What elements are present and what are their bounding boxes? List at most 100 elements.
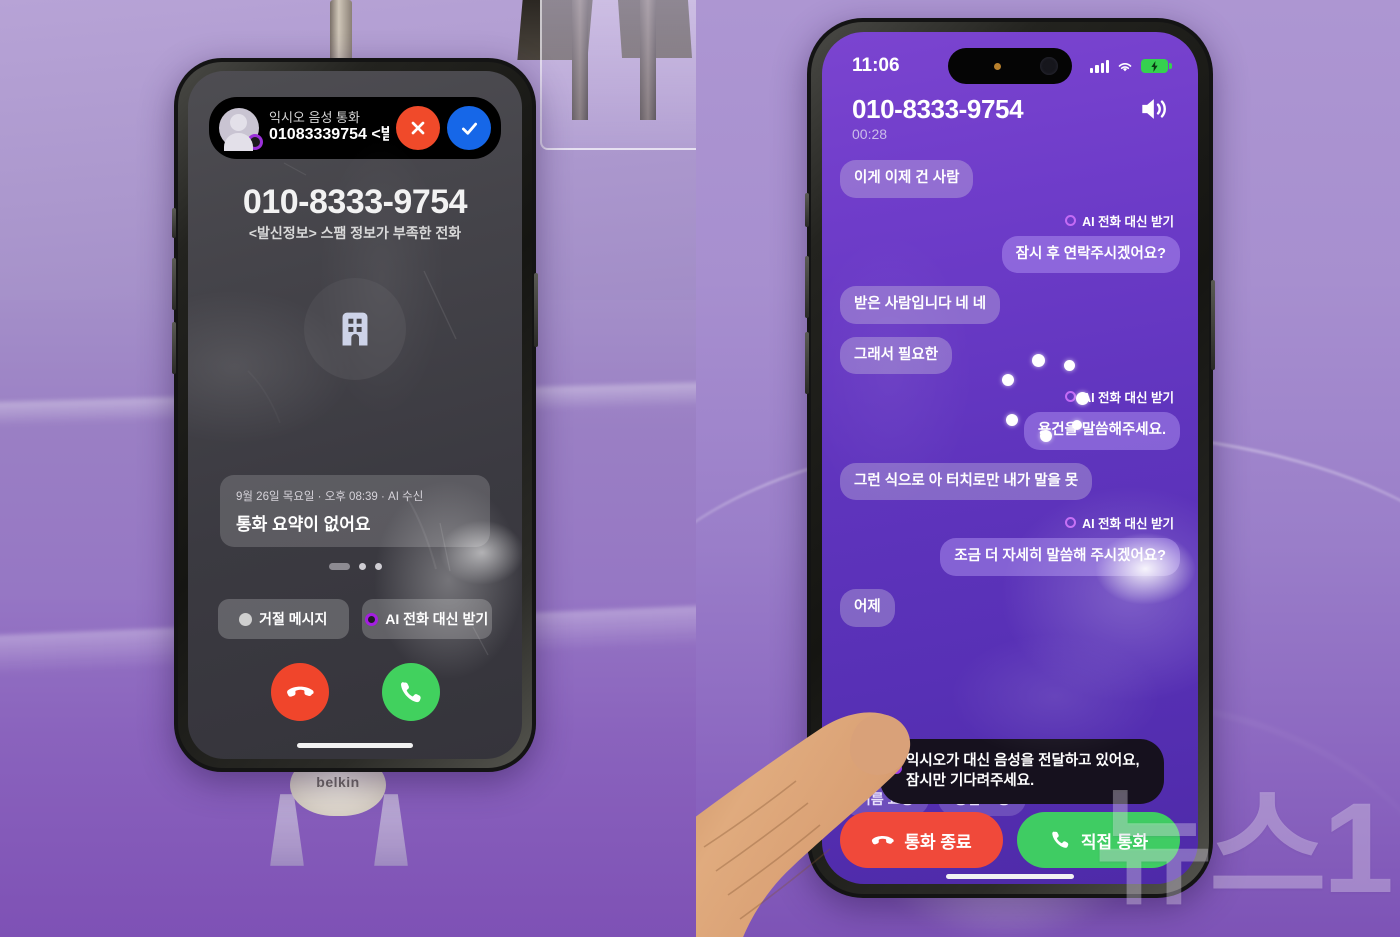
left-photo-panel: belkin 익시오 음성 통화 01083339754 <발…	[0, 0, 696, 937]
end-call-label: 통화 종료	[904, 832, 972, 852]
ai-badge-icon	[247, 134, 263, 150]
transcript-row: 받은 사람입니다 네 네	[840, 286, 1180, 324]
right-phone-device: 11:06 010-8333-9754 00:28 이게 이제 건 사람 AI …	[805, 18, 1215, 898]
ai-ring-icon	[1065, 391, 1077, 403]
ai-ring-icon	[365, 612, 379, 626]
transcript-row: AI 전화 대신 받기잠시 후 연락주시겠어요?	[840, 211, 1180, 274]
volume-up-button[interactable]	[805, 256, 809, 318]
phone-down-icon	[872, 835, 895, 844]
phone-down-icon	[286, 686, 314, 697]
volume-up-button[interactable]	[172, 258, 176, 310]
direct-call-button[interactable]: 직접 통화	[1017, 812, 1180, 868]
building-icon	[342, 312, 368, 346]
pager-dot	[374, 563, 382, 570]
glass-plinth	[540, 0, 696, 150]
dynamic-island-call[interactable]: 익시오 음성 통화 01083339754 <발…	[209, 97, 501, 159]
summary-title: 통화 요약이 없어요	[236, 515, 371, 534]
caller-message-bubble: 받은 사람입니다 네 네	[840, 286, 1001, 324]
check-icon	[461, 122, 477, 135]
caller-number: 010-8333-9754	[242, 183, 468, 221]
dynamic-island	[948, 48, 1072, 84]
status-indicators	[1090, 59, 1172, 73]
power-button[interactable]	[1211, 280, 1215, 370]
charging-bolt-icon	[1151, 60, 1158, 72]
ai-answer-tag: AI 전화 대신 받기	[1065, 513, 1180, 532]
ai-ring-icon	[1065, 517, 1077, 529]
stand-leg-left	[270, 794, 304, 866]
transcript-row: AI 전화 대신 받기 용건을 말씀해주세요.	[840, 387, 1180, 450]
front-camera-icon	[1040, 57, 1058, 75]
home-indicator[interactable]	[297, 743, 413, 748]
incoming-action-row: 거절 메시지 AI 전화 대신 받기	[218, 599, 492, 639]
answer-call-button[interactable]	[381, 663, 440, 721]
reject-message-label: 거절 메시지	[259, 611, 328, 627]
island-subtitle: 01083339754 <발…	[269, 126, 389, 144]
belkin-stand: belkin	[248, 754, 428, 874]
reject-message-button[interactable]: 거절 메시지	[218, 599, 349, 639]
direct-call-label: 직접 통화	[1080, 832, 1149, 852]
ai-answer-tag-label: AI 전화 대신 받기	[1082, 517, 1174, 532]
home-indicator[interactable]	[946, 874, 1074, 879]
transcript-row: 그런 식으로 아 터치로만 내가 말을 못	[840, 462, 1180, 501]
transcript-row: AI 전화 대신 받기조금 더 자세히 말씀해 주시겠어요?	[840, 513, 1180, 576]
screenshot-scene: belkin 익시오 음성 통화 01083339754 <발…	[0, 0, 1400, 937]
ai-answer-label: AI 전화 대신 받기	[385, 611, 489, 627]
island-text-block: 익시오 음성 통화 01083339754 <발…	[269, 110, 389, 144]
caller-message-bubble: 그런 식으로 아 터치로만 내가 말을 못	[840, 462, 1093, 501]
cellular-bars-icon	[1090, 59, 1109, 73]
status-time: 11:06	[852, 55, 900, 76]
battery-charging-icon	[1141, 59, 1172, 73]
phone-icon	[401, 681, 421, 702]
island-title: 익시오 음성 통화	[269, 110, 360, 126]
caller-avatar	[304, 278, 406, 380]
caller-message-bubble: 그래서 필요한	[840, 336, 953, 375]
ai-ring-icon	[1065, 214, 1077, 226]
volume-down-button[interactable]	[805, 332, 809, 394]
transcript-row: 그래서 필요한	[840, 336, 1180, 375]
mute-switch[interactable]	[172, 208, 176, 238]
volume-down-button[interactable]	[172, 322, 176, 374]
transcript-row: 어제	[840, 588, 1180, 627]
wifi-icon	[1118, 62, 1132, 71]
message-dot-icon	[239, 612, 253, 626]
screen-scratches	[283, 162, 489, 656]
ai-answer-tag-label: AI 전화 대신 받기	[1082, 214, 1174, 229]
active-call-number: 010-8333-9754	[852, 94, 1024, 124]
ai-answer-tag-label: AI 전화 대신 받기	[1082, 391, 1174, 406]
ai-status-toast: 익시오가 대신 음성을 전달하고 있어요, 잠시만 기다려주세요.	[880, 738, 1164, 804]
ai-answer-button[interactable]: AI 전화 대신 받기	[361, 599, 492, 639]
call-summary-card[interactable]: 9월 26일 목요일 · 오후 08:39 · AI 수신 통화 요약이 없어요	[220, 475, 490, 547]
caller-message-bubble: 이게 이제 건 사람	[840, 160, 974, 198]
mute-switch[interactable]	[805, 193, 809, 227]
speaker-icon	[1142, 99, 1166, 119]
pager-active-indicator	[328, 563, 350, 570]
right-photo-panel: 11:06 010-8333-9754 00:28 이게 이제 건 사람 AI …	[696, 0, 1400, 937]
stand-leg-right	[374, 794, 408, 866]
ai-answer-tag: AI 전화 대신 받기	[1065, 387, 1180, 406]
left-phone-screen: 익시오 음성 통화 01083339754 <발… 010-833	[188, 71, 522, 759]
decline-call-button[interactable]	[270, 663, 329, 721]
ai-message-bubble: 잠시 후 연락주시겠어요?	[1001, 235, 1180, 274]
close-icon	[411, 121, 425, 135]
caller-message-bubble: 어제	[840, 588, 895, 627]
caller-spam-label: <발신정보> 스팸 정보가 부족한 전화	[248, 225, 462, 241]
call-control-row	[188, 663, 522, 721]
indicator-dot-icon	[994, 63, 1001, 70]
right-phone-screen: 11:06 010-8333-9754 00:28 이게 이제 건 사람 AI …	[822, 32, 1198, 884]
end-call-button[interactable]: 통화 종료	[840, 812, 1003, 868]
island-accept-button[interactable]	[447, 106, 491, 150]
screen-reflection	[188, 71, 522, 759]
island-decline-button[interactable]	[396, 106, 440, 150]
ai-message-bubble: 조금 더 자세히 말씀해 주시겠어요?	[940, 538, 1180, 576]
pager-dot	[358, 563, 366, 570]
speaker-toggle-button[interactable]	[1138, 92, 1172, 126]
power-button[interactable]	[534, 273, 538, 347]
transcript-row: 이게 이제 건 사람	[840, 160, 1180, 198]
summary-pager[interactable]	[188, 563, 522, 570]
call-transcript-list[interactable]: 이게 이제 건 사람 AI 전화 대신 받기 잠시 후 연락주시겠어요? 받은 사람입…	[840, 160, 1180, 748]
phone-icon	[1052, 831, 1069, 848]
call-action-row: 통화 종료 직접 통화	[840, 812, 1180, 868]
left-phone-device: 익시오 음성 통화 01083339754 <발… 010-833	[172, 58, 538, 772]
ai-answer-tag: AI 전화 대신 받기	[1065, 211, 1180, 230]
stand-brand-label: belkin	[316, 774, 360, 790]
